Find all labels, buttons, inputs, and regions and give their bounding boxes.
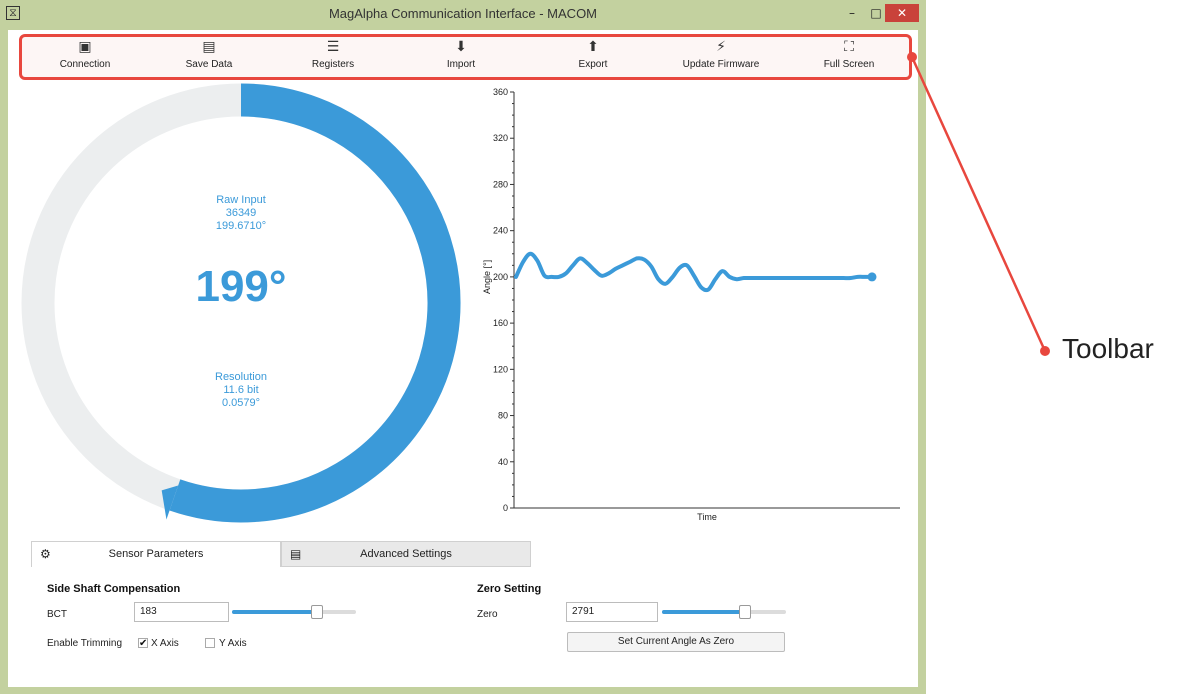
y-tick-label: 120	[493, 364, 508, 374]
set-zero-button[interactable]: Set Current Angle As Zero	[567, 632, 785, 652]
bct-slider[interactable]	[232, 605, 356, 619]
x-axis-label: X Axis	[151, 638, 179, 649]
tab-sensor-parameters[interactable]: ⚙ Sensor Parameters	[31, 541, 281, 567]
zero-slider[interactable]	[662, 605, 786, 619]
resolution-degrees: 0.0579°	[221, 397, 261, 409]
y-tick-label: 160	[493, 318, 508, 328]
y-axis-label: Angle [°]	[482, 260, 492, 294]
resolution-bits: 11.6 bit	[223, 384, 259, 396]
tab-advanced-settings[interactable]: ▤ Advanced Settings	[281, 541, 531, 567]
annotation-dot-end	[1040, 346, 1050, 356]
raw-input-label: Raw Input	[216, 194, 266, 206]
angle-chart: 0 40 80 120 160 200 240 280 320 360 Angle [°] Time	[482, 87, 900, 522]
tab-bar: ⚙ Sensor Parameters ▤ Advanced Settings	[31, 541, 531, 567]
side-shaft-title: Side Shaft Compensation	[47, 583, 181, 595]
y-tick-label: 280	[493, 179, 508, 189]
bct-input[interactable]: 183	[134, 602, 229, 622]
x-axis-label: Time	[697, 512, 717, 522]
y-tick-label: 80	[498, 411, 508, 421]
y-tick-label: 320	[493, 133, 508, 143]
angle-series-line	[514, 251, 874, 293]
annotation-dot-start	[907, 52, 917, 62]
y-tick-label: 0	[503, 503, 508, 513]
tab-label: Sensor Parameters	[108, 548, 204, 560]
annotation-label: Toolbar	[1062, 333, 1154, 364]
slider-thumb[interactable]	[738, 605, 751, 619]
y-tick-label: 240	[493, 226, 508, 236]
zero-input[interactable]: 2791	[566, 602, 658, 622]
y-axis-checkbox[interactable]	[205, 638, 215, 648]
slider-fill	[232, 610, 317, 614]
zero-label: Zero	[477, 609, 498, 620]
y-tick-label: 360	[493, 87, 508, 97]
annotation-line	[910, 56, 1047, 352]
bct-label: BCT	[47, 609, 67, 620]
y-axis-label: Y Axis	[219, 638, 247, 649]
latest-point-marker	[867, 272, 877, 282]
y-tick-label: 40	[498, 457, 508, 467]
raw-input-angle: 199.6710°	[215, 220, 267, 232]
tab-label: Advanced Settings	[360, 548, 452, 560]
resolution-label: Resolution	[215, 371, 267, 383]
enable-trimming-label: Enable Trimming	[47, 638, 123, 649]
y-tick-label: 200	[493, 272, 508, 282]
slider-fill	[662, 610, 744, 614]
slider-thumb[interactable]	[311, 605, 324, 619]
zero-setting-title: Zero Setting	[477, 583, 542, 595]
angle-readout: 199°	[195, 262, 287, 311]
x-axis-checkbox[interactable]: ✔	[138, 638, 148, 649]
raw-input-value: 36349	[225, 207, 257, 219]
